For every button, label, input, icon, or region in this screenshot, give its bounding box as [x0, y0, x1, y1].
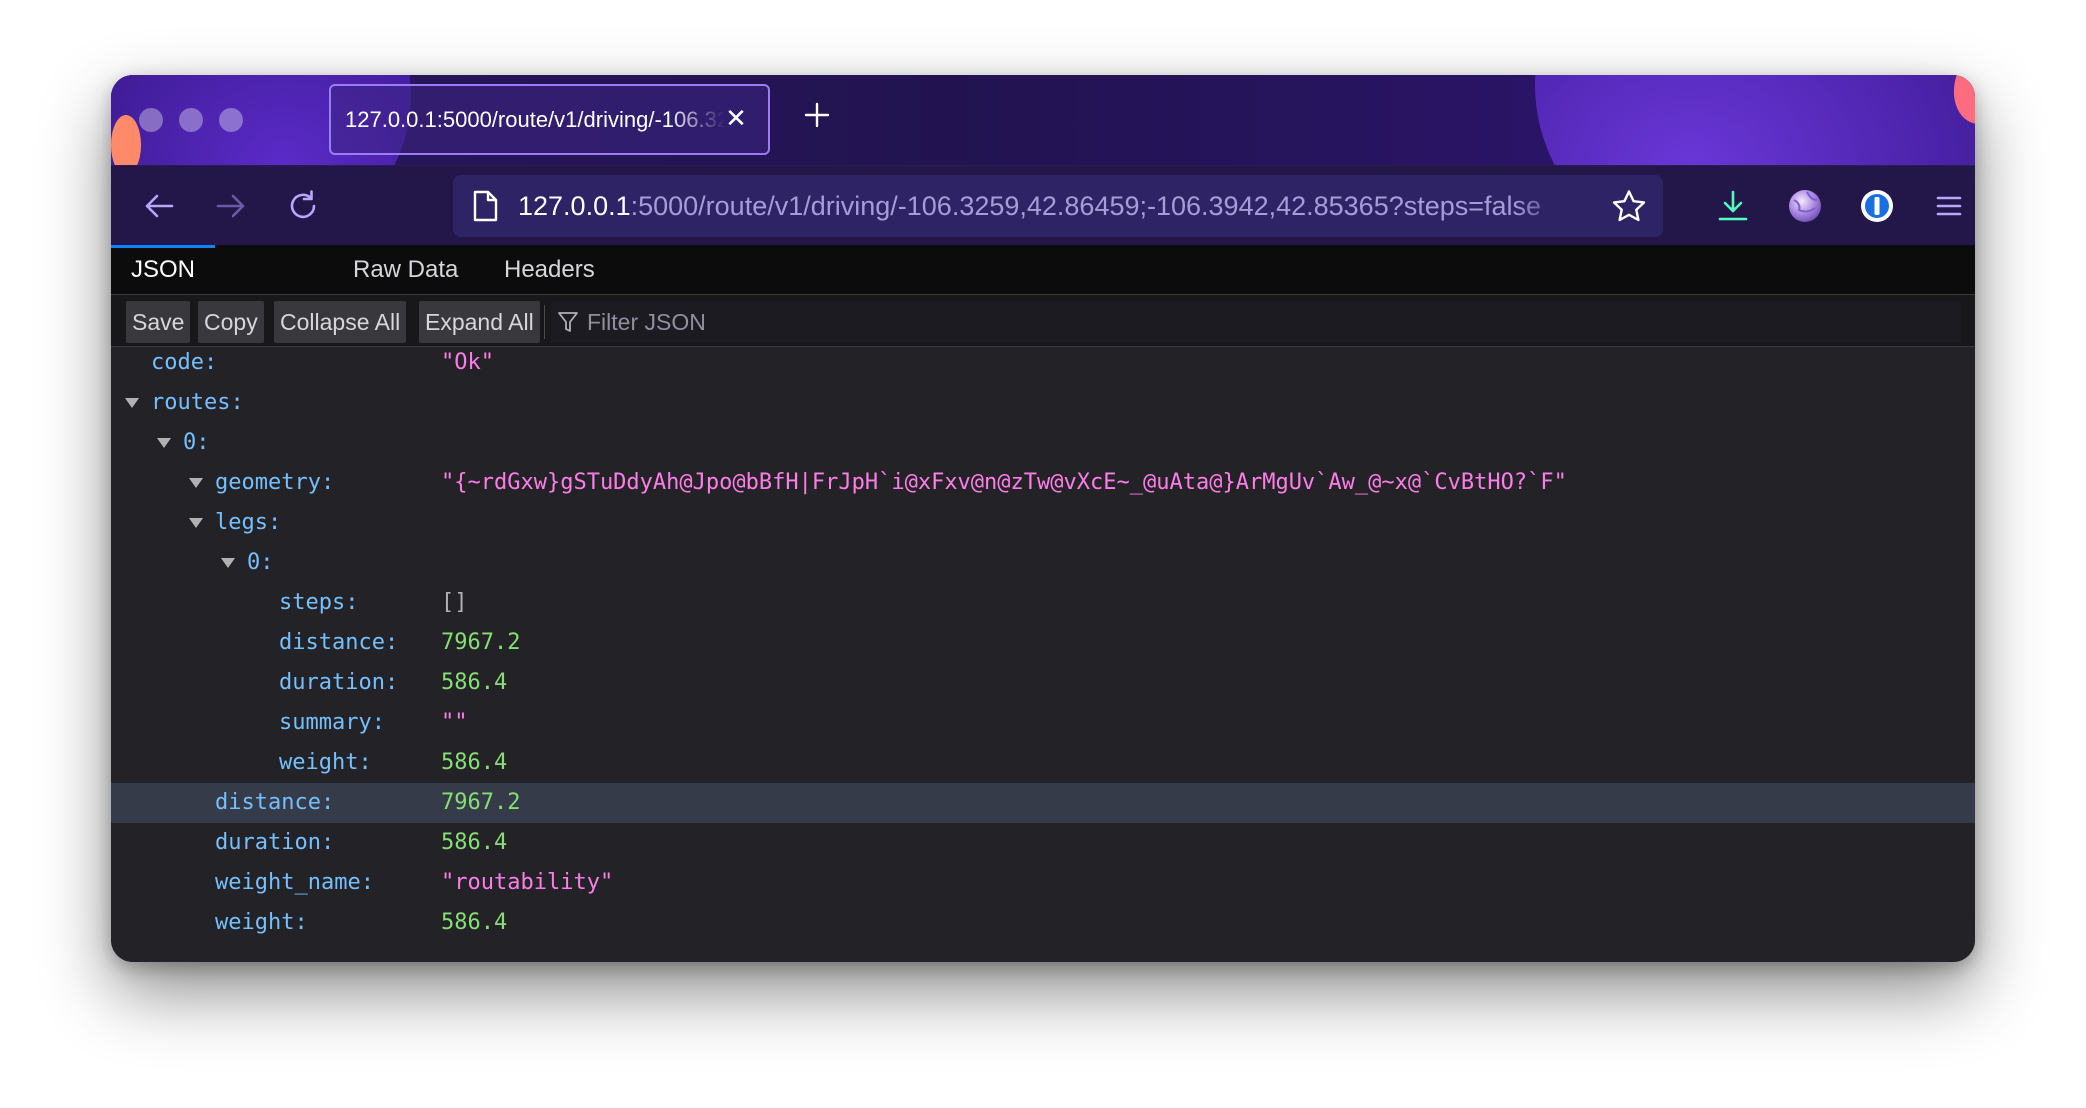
password-manager-icon — [1861, 190, 1893, 222]
json-value: "" — [441, 710, 468, 735]
expand-toggle-icon — [157, 438, 171, 448]
download-icon — [1718, 190, 1748, 221]
json-key: geometry: — [215, 470, 335, 495]
reload-button[interactable] — [281, 184, 325, 228]
browser-window: 127.0.0.1:5000/route/v1/driving/-106.325… — [111, 75, 1975, 962]
json-row-weight[interactable]: weight: 586.4 — [111, 903, 1975, 943]
reload-icon — [290, 190, 316, 219]
tab-raw-data[interactable]: Raw Data — [333, 245, 478, 295]
page-icon — [473, 190, 498, 222]
json-row-geometry[interactable]: geometry: "{~rdGxw}gSTuDdyAh@Jpo@bBfH|Fr… — [111, 463, 1975, 503]
tab-title: 127.0.0.1:5000/route/v1/driving/-106.325… — [345, 106, 725, 132]
back-button[interactable] — [137, 184, 181, 228]
window-minimize-control[interactable] — [179, 108, 203, 132]
account-button[interactable] — [1783, 184, 1827, 228]
json-key: distance: — [279, 630, 399, 655]
json-tree: code: "Ok" routes: 0: geometry: "{~rdGxw… — [111, 347, 1975, 962]
expand-toggle-icon — [221, 558, 235, 568]
json-viewer-tabs: JSON Raw Data Headers — [111, 245, 1975, 295]
json-toolbar: Save Copy Collapse All Expand All Filter… — [111, 295, 1975, 347]
json-key: weight_name: — [215, 870, 374, 895]
downloads-button[interactable] — [1711, 184, 1755, 228]
json-key: steps: — [279, 590, 359, 615]
json-row-weight-name[interactable]: weight_name: "routability" — [111, 863, 1975, 903]
json-row-summary[interactable]: summary: "" — [111, 703, 1975, 743]
expand-toggle-icon — [189, 518, 203, 528]
menu-button[interactable] — [1927, 184, 1971, 228]
password-manager-button[interactable] — [1855, 184, 1899, 228]
window-zoom-control[interactable] — [219, 108, 243, 132]
json-row-leg-distance[interactable]: distance: 7967.2 — [111, 623, 1975, 663]
expand-all-button[interactable]: Expand All — [419, 301, 540, 343]
json-key: 0: — [183, 430, 210, 455]
json-key: distance: — [215, 790, 335, 815]
json-value: "Ok" — [441, 350, 494, 375]
tab-close-icon[interactable]: ✕ — [720, 102, 752, 134]
save-button[interactable]: Save — [126, 301, 191, 343]
json-value: "{~rdGxw}gSTuDdyAh@Jpo@bBfH|FrJpH`i@xFxv… — [441, 470, 1567, 495]
json-key: legs: — [215, 510, 282, 535]
json-row-code[interactable]: code: "Ok" — [111, 347, 1975, 383]
globe-avatar-icon — [1789, 190, 1821, 222]
url-text[interactable]: 127.0.0.1:5000/route/v1/driving/-106.325… — [518, 175, 1568, 237]
json-row-leg-0[interactable]: 0: — [111, 543, 1975, 583]
forward-button[interactable] — [209, 184, 253, 228]
json-value: [] — [441, 590, 468, 615]
json-value: 586.4 — [441, 670, 508, 695]
expand-toggle-icon — [125, 398, 139, 408]
json-key: duration: — [215, 830, 335, 855]
tab-json[interactable]: JSON — [111, 245, 216, 295]
arrow-left-icon — [145, 194, 174, 218]
new-tab-button[interactable] — [794, 95, 840, 141]
json-key: duration: — [279, 670, 399, 695]
json-key: weight: — [279, 750, 372, 775]
address-bar[interactable]: 127.0.0.1:5000/route/v1/driving/-106.325… — [453, 175, 1663, 237]
filter-placeholder: Filter JSON — [587, 308, 706, 335]
json-row-leg-duration[interactable]: duration: 586.4 — [111, 663, 1975, 703]
plus-icon — [804, 102, 830, 128]
window-close-control[interactable] — [139, 108, 163, 132]
hamburger-menu-icon — [1936, 196, 1962, 216]
browser-tab-active[interactable]: 127.0.0.1:5000/route/v1/driving/-106.325… — [329, 84, 770, 155]
json-value: 7967.2 — [441, 790, 521, 815]
json-row-distance[interactable]: distance: 7967.2 — [111, 783, 1975, 823]
filter-icon — [558, 312, 578, 332]
json-value: 7967.2 — [441, 630, 521, 655]
navigation-toolbar: 127.0.0.1:5000/route/v1/driving/-106.325… — [111, 165, 1975, 245]
json-value: 586.4 — [441, 830, 508, 855]
json-row-steps[interactable]: steps: [] — [111, 583, 1975, 623]
json-row-legs[interactable]: legs: — [111, 503, 1975, 543]
collapse-all-button[interactable]: Collapse All — [274, 301, 407, 343]
json-key: 0: — [247, 550, 274, 575]
json-row-duration[interactable]: duration: 586.4 — [111, 823, 1975, 863]
json-value: 586.4 — [441, 910, 508, 935]
filter-json-input[interactable]: Filter JSON — [551, 301, 1961, 343]
arrow-right-icon — [216, 194, 245, 218]
bookmark-star-icon — [1612, 190, 1646, 222]
copy-button[interactable]: Copy — [198, 301, 264, 343]
title-bar: 127.0.0.1:5000/route/v1/driving/-106.325… — [111, 75, 1975, 165]
tab-headers[interactable]: Headers — [484, 245, 615, 295]
json-row-leg-weight[interactable]: weight: 586.4 — [111, 743, 1975, 783]
json-value: "routability" — [441, 870, 614, 895]
json-row-routes[interactable]: routes: — [111, 383, 1975, 423]
json-row-route-0[interactable]: 0: — [111, 423, 1975, 463]
json-key: code: — [151, 350, 218, 375]
json-key: summary: — [279, 710, 385, 735]
expand-toggle-icon — [189, 478, 203, 488]
json-key: weight: — [215, 910, 308, 935]
json-key: routes: — [151, 390, 244, 415]
json-value: 586.4 — [441, 750, 508, 775]
